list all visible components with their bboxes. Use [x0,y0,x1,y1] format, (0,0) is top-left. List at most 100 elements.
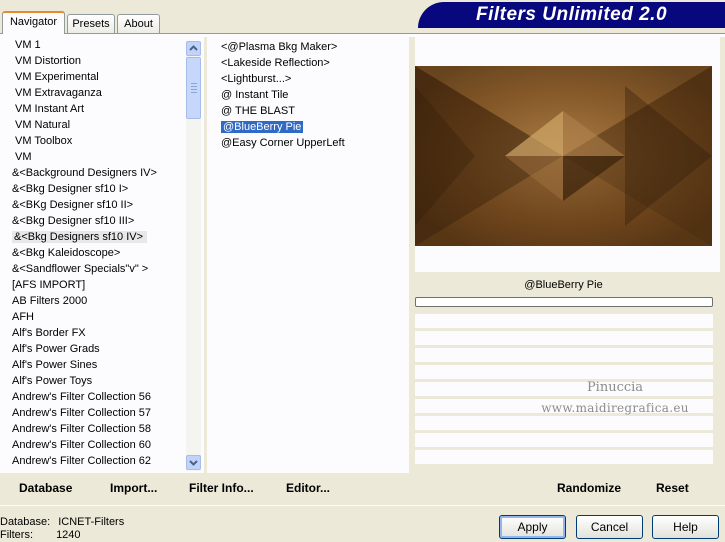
chevron-down-icon [189,460,198,466]
category-scrollbar[interactable] [186,41,201,471]
control-row-3[interactable] [415,348,713,362]
category-label: VM Extravaganza [15,87,102,99]
category-label: Andrew's Filter Collection 60 [12,439,152,451]
randomize-link[interactable]: Randomize [557,480,621,496]
tab-strip: Navigator Presets About [0,0,420,34]
tab-about[interactable]: About [117,14,160,33]
filters-status: Filters: 1240 [0,529,81,542]
filter-label: @ Instant Tile [221,89,289,101]
filter-label: <Lakeside Reflection> [221,57,330,69]
control-row-1[interactable] [415,314,713,328]
category-label: VM [15,151,32,163]
filter-item[interactable]: @BlueBerry Pie [216,119,396,135]
category-list[interactable]: VM 1 VM Distortion VM Experimental VM Extra… [0,37,186,473]
reset-link[interactable]: Reset [656,480,689,496]
category-item[interactable]: AFH [0,309,186,325]
category-label: &<Bkg Designer sf10 III> [12,215,135,227]
database-link[interactable]: Database [19,480,72,496]
database-status: Database: ICNET-Filters [0,516,124,529]
filters-label: Filters: [0,529,33,541]
category-label: VM Natural [15,119,71,131]
control-row-8[interactable] [415,433,713,447]
category-label: [AFS IMPORT] [12,279,86,291]
filter-item[interactable]: <Lakeside Reflection> [216,55,396,71]
category-item[interactable]: Alf's Power Toys [0,373,186,389]
scroll-thumb[interactable] [186,57,201,119]
category-label: VM Distortion [15,55,82,67]
category-item[interactable]: VM Distortion [0,53,186,69]
category-label: Alf's Power Sines [12,359,98,371]
editor-link[interactable]: Editor... [286,480,330,496]
filter-info-link[interactable]: Filter Info... [189,480,254,496]
category-label: &<Background Designers IV> [12,167,157,179]
filter-item[interactable]: <Lightburst...> [216,71,396,87]
category-label: Andrew's Filter Collection 57 [12,407,152,419]
category-item[interactable]: [AFS IMPORT] [0,277,186,293]
category-label: &<Bkg Designers sf10 IV> [12,231,148,243]
category-item[interactable]: Andrew's Filter Collection 57 [0,405,186,421]
category-label: &<BKg Designer sf10 II> [12,199,134,211]
cancel-button[interactable]: Cancel [576,515,643,539]
category-item[interactable]: VM Natural [0,117,186,133]
filter-item[interactable]: @ THE BLAST [216,103,396,119]
category-label: &<Bkg Kaleidoscope> [12,247,121,259]
category-label: VM Experimental [15,71,99,83]
filter-item[interactable]: <@Plasma Bkg Maker> [216,39,396,55]
category-item[interactable]: VM Extravaganza [0,85,186,101]
filter-label: <Lightburst...> [221,73,292,85]
category-label: &<Sandflower Specials"v" > [12,263,149,275]
category-item[interactable]: &<Bkg Designers sf10 IV> [0,229,186,245]
list-divider [204,37,207,473]
category-label: Alf's Power Toys [12,375,93,387]
category-item[interactable]: &<Background Designers IV> [0,165,186,181]
category-label: VM 1 [15,39,41,51]
database-label: Database: [0,516,51,528]
filter-item[interactable]: @Easy Corner UpperLeft [216,135,396,151]
category-item[interactable]: VM Toolbox [0,133,186,149]
filter-item[interactable]: @ Instant Tile [216,87,396,103]
category-item[interactable]: VM 1 [0,37,186,53]
tab-presets[interactable]: Presets [67,14,115,33]
filter-label: <@Plasma Bkg Maker> [221,41,338,53]
watermark-line-1: Pinuccia [586,380,644,395]
help-button[interactable]: Help [652,515,719,539]
category-item[interactable]: Andrew's Filter Collection 56 [0,389,186,405]
category-item[interactable]: &<Bkg Kaleidoscope> [0,245,186,261]
tab-navigator[interactable]: Navigator [2,11,65,34]
scroll-up-button[interactable] [186,41,201,56]
watermark-line-2: www.maidiregrafica.eu [541,401,689,415]
category-item[interactable]: Andrew's Filter Collection 58 [0,421,186,437]
category-item[interactable]: &<BKg Designer sf10 II> [0,197,186,213]
category-item[interactable]: Alf's Border FX [0,325,186,341]
category-item[interactable]: Alf's Power Grads [0,341,186,357]
category-item[interactable]: &<Bkg Designer sf10 I> [0,181,186,197]
scroll-down-button[interactable] [186,455,201,470]
filter-list[interactable]: <@Plasma Bkg Maker> <Lakeside Reflection>… [216,39,396,151]
preview-image [415,66,712,246]
category-item[interactable]: AB Filters 2000 [0,293,186,309]
import-link[interactable]: Import... [110,480,157,496]
category-label: &<Bkg Designer sf10 I> [12,183,129,195]
watermark: Pinuccia www.maidiregrafica.eu [540,378,690,418]
control-row-2[interactable] [415,331,713,345]
category-item[interactable]: VM Experimental [0,69,186,85]
category-label: Andrew's Filter Collection 62 [12,455,152,467]
category-label: Andrew's Filter Collection 58 [12,423,152,435]
filter-label: @BlueBerry Pie [221,121,304,133]
filter-label: @ THE BLAST [221,105,295,117]
category-item[interactable]: VM [0,149,186,165]
category-label: AB Filters 2000 [12,295,88,307]
category-label: VM Instant Art [15,103,85,115]
category-item[interactable]: Alf's Power Sines [0,357,186,373]
control-row-4[interactable] [415,365,713,379]
apply-button[interactable]: Apply [499,515,566,539]
control-row-7[interactable] [415,416,713,430]
control-row-9[interactable] [415,450,713,464]
chevron-up-icon [189,45,198,51]
category-item[interactable]: VM Instant Art [0,101,186,117]
category-label: Andrew's Filter Collection 56 [12,391,152,403]
category-item[interactable]: Andrew's Filter Collection 60 [0,437,186,453]
category-item[interactable]: &<Sandflower Specials"v" > [0,261,186,277]
category-item[interactable]: &<Bkg Designer sf10 III> [0,213,186,229]
category-item[interactable]: Andrew's Filter Collection 62 [0,453,186,469]
